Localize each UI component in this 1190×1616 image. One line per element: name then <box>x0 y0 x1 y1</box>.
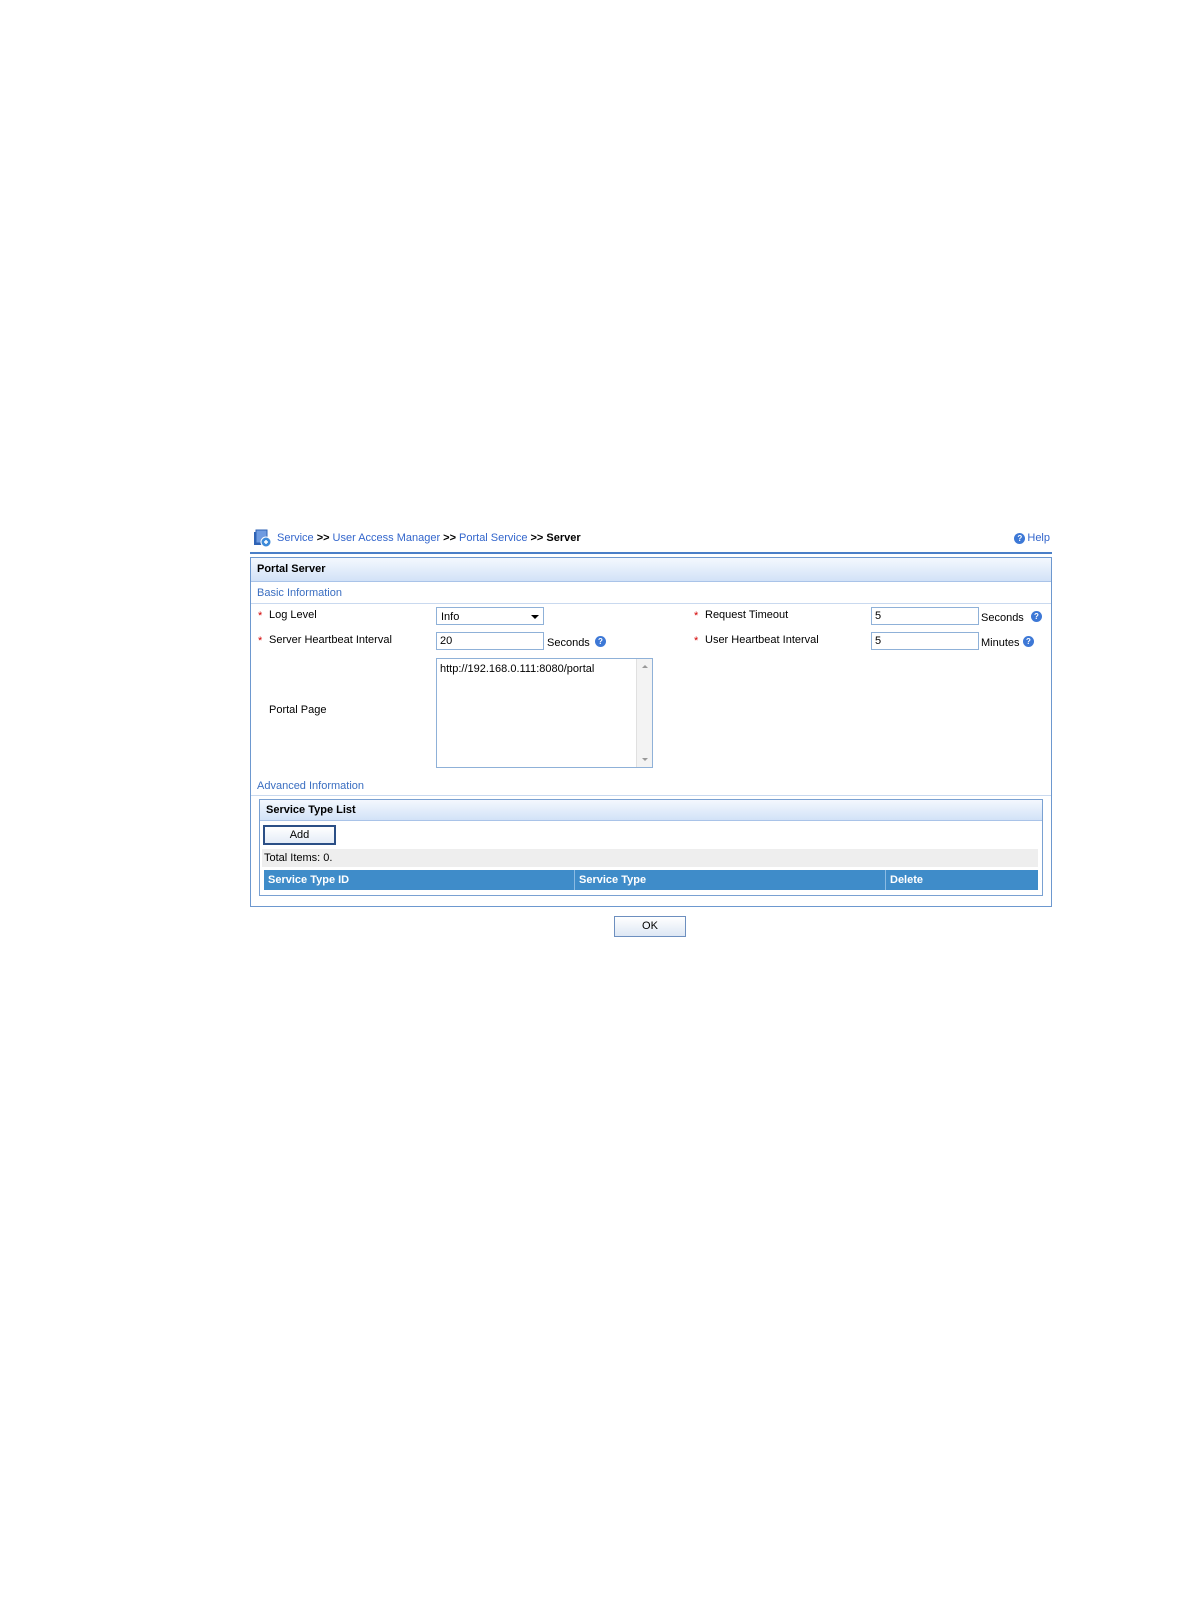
user-heartbeat-label: User Heartbeat Interval <box>705 634 819 646</box>
panel-title: Portal Server <box>257 563 326 575</box>
subpanel-header: Service Type List <box>260 800 1042 821</box>
help-icon: ? <box>1014 533 1026 544</box>
column-header-delete: Delete <box>890 874 924 886</box>
question-hint-icon[interactable]: ? <box>1023 636 1034 647</box>
breadcrumb-separator: >> <box>530 532 544 544</box>
portal-page-label: Portal Page <box>269 704 327 716</box>
request-timeout-input[interactable] <box>871 607 979 625</box>
breadcrumb-link-portal-service[interactable]: Portal Service <box>459 532 527 544</box>
question-hint-icon[interactable]: ? <box>1031 611 1042 622</box>
help-link[interactable]: ? Help <box>1014 532 1050 544</box>
request-timeout-unit: Seconds <box>981 612 1024 624</box>
column-header-service-type-id[interactable]: Service Type ID <box>264 870 575 890</box>
advanced-information-title: Advanced Information <box>257 780 365 792</box>
user-heartbeat-input[interactable] <box>871 632 979 650</box>
textarea-scrollbar[interactable] <box>636 659 652 767</box>
column-header-service-type[interactable]: Service Type <box>575 870 886 890</box>
ok-button[interactable]: OK <box>614 916 686 937</box>
total-items-row: Total Items: 0. <box>262 849 1038 867</box>
log-level-value: Info <box>441 611 460 623</box>
breadcrumb-divider <box>250 552 1052 554</box>
page: Service >> User Access Manager >> Portal Ser… <box>0 0 1190 1616</box>
portal-server-panel: Portal Server Basic Information * Log Le… <box>250 557 1052 907</box>
breadcrumb-link-service[interactable]: Service <box>277 532 314 544</box>
breadcrumb-link-user-access-manager[interactable]: User Access Manager <box>333 532 441 544</box>
breadcrumb-separator: >> <box>316 532 330 544</box>
server-heartbeat-unit: Seconds <box>547 637 590 649</box>
server-heartbeat-label: Server Heartbeat Interval <box>269 634 392 646</box>
request-timeout-label: Request Timeout <box>705 609 789 621</box>
section-divider <box>251 603 1051 604</box>
breadcrumb-separator: >> <box>443 532 457 544</box>
server-heartbeat-input[interactable] <box>436 632 544 650</box>
help-label: Help <box>1027 532 1050 544</box>
basic-information-title: Basic Information <box>257 587 342 599</box>
service-type-list-title: Service Type List <box>266 804 356 816</box>
breadcrumb-current: Server <box>546 532 581 544</box>
log-level-label: Log Level <box>269 609 317 621</box>
breadcrumb-bar: Service >> User Access Manager >> Portal Ser… <box>250 528 1050 550</box>
chevron-down-icon <box>531 615 539 619</box>
required-mark: * <box>258 610 263 622</box>
service-type-list-panel: Service Type List Add Total Items: 0. Se… <box>259 799 1043 896</box>
panel-header: Portal Server <box>251 558 1051 582</box>
breadcrumb: Service >> User Access Manager >> Portal Ser… <box>277 532 581 544</box>
section-divider <box>251 795 1051 796</box>
portal-page-textarea[interactable]: http://192.168.0.111:8080/portal <box>436 658 653 768</box>
scroll-down-icon[interactable] <box>642 758 648 761</box>
add-button[interactable]: Add <box>263 825 336 845</box>
table-header: Service Type ID Service Type Delete <box>264 870 1038 890</box>
scroll-up-icon[interactable] <box>642 665 648 668</box>
portal-service-icon <box>254 529 272 548</box>
log-level-select[interactable]: Info <box>436 607 544 625</box>
portal-page-value: http://192.168.0.111:8080/portal <box>440 663 595 675</box>
required-mark: * <box>694 635 699 647</box>
question-hint-icon[interactable]: ? <box>595 636 606 647</box>
user-heartbeat-unit: Minutes <box>981 637 1020 649</box>
required-mark: * <box>258 635 263 647</box>
total-items-text: Total Items: 0. <box>264 852 333 864</box>
required-mark: * <box>694 610 699 622</box>
